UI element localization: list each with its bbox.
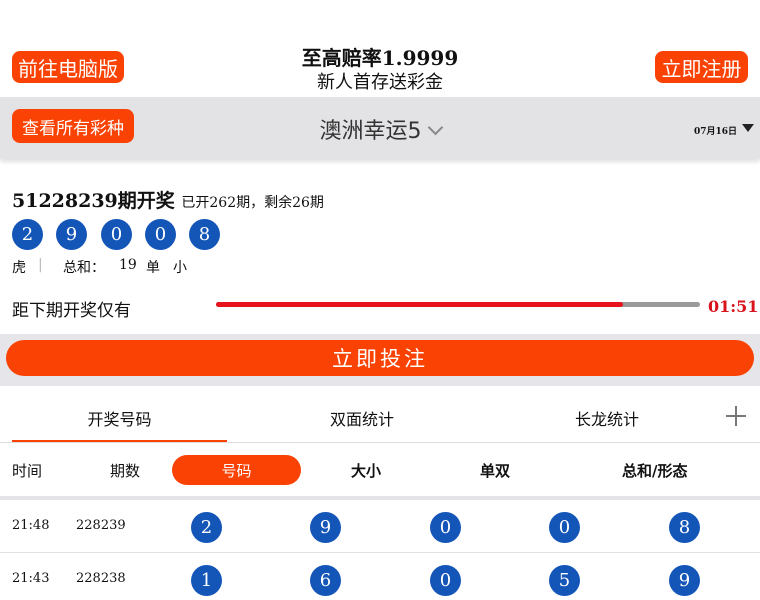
row-ball: 9 bbox=[669, 565, 700, 596]
chevron-down-icon bbox=[427, 119, 443, 136]
col-header-time: 时间 bbox=[12, 462, 43, 480]
row-ball: 0 bbox=[430, 565, 461, 596]
row-ball: 0 bbox=[549, 512, 580, 543]
row-ball: 2 bbox=[191, 512, 222, 543]
dragon-tiger-value: 虎 bbox=[12, 260, 26, 276]
result-ball: 2 bbox=[12, 219, 43, 250]
big-small-value: 小 bbox=[173, 260, 187, 276]
row-time: 21:43 bbox=[12, 571, 50, 586]
col-tab-sum-shape[interactable]: 总和/形态 bbox=[622, 460, 687, 481]
bet-now-button[interactable]: 立即投注 bbox=[6, 340, 754, 376]
promo-subtitle: 新人首存送彩金 bbox=[317, 72, 443, 93]
sum-value: 19 bbox=[119, 257, 137, 273]
draw-progress-text: 已开262期，剩余26期 bbox=[181, 195, 324, 211]
result-ball: 0 bbox=[145, 219, 176, 250]
row-ball: 5 bbox=[549, 565, 580, 596]
row-issue: 228239 bbox=[76, 518, 126, 533]
table-header-divider bbox=[0, 496, 760, 500]
tab-draw-numbers[interactable]: 开奖号码 bbox=[12, 406, 227, 430]
col-header-issue: 期数 bbox=[110, 462, 141, 480]
date-picker[interactable]: 07月16日 bbox=[694, 124, 737, 137]
col-tab-big-small[interactable]: 大小 bbox=[351, 460, 381, 481]
row-ball: 9 bbox=[310, 512, 341, 543]
row-ball: 8 bbox=[669, 512, 700, 543]
countdown-progress-fill bbox=[216, 302, 623, 307]
row-ball: 0 bbox=[430, 512, 461, 543]
countdown-label: 距下期开奖仅有 bbox=[12, 301, 131, 321]
col-tab-odd-even[interactable]: 单双 bbox=[480, 460, 510, 481]
tab-long-dragon-stats[interactable]: 长龙统计 bbox=[497, 406, 717, 430]
result-ball: 0 bbox=[101, 219, 132, 250]
plus-icon[interactable] bbox=[726, 406, 746, 426]
lottery-name: 澳洲幸运5 bbox=[319, 119, 422, 144]
sum-label: 总和： bbox=[63, 260, 105, 276]
promo-title: 至高赔率1.9999 bbox=[301, 46, 459, 70]
row-divider bbox=[0, 552, 760, 553]
lottery-dropdown[interactable]: 澳洲幸运5 bbox=[0, 113, 760, 145]
result-ball: 9 bbox=[56, 219, 87, 250]
lottery-selector-bar: 查看所有彩种 澳洲幸运5 07月16日 bbox=[0, 97, 760, 159]
tab-divider bbox=[0, 442, 760, 443]
odd-even-value: 单 bbox=[146, 260, 160, 276]
draw-title: 51228239期开奖 已开262期，剩余26期 bbox=[12, 186, 324, 213]
row-ball: 6 bbox=[310, 565, 341, 596]
register-button[interactable]: 立即注册 bbox=[655, 51, 748, 83]
row-ball: 1 bbox=[191, 565, 222, 596]
tab-two-sided-stats[interactable]: 双面统计 bbox=[252, 406, 472, 430]
draw-issue: 51228239期开奖 bbox=[12, 190, 175, 212]
row-time: 21:48 bbox=[12, 518, 50, 533]
countdown-time: 01:51 bbox=[708, 297, 759, 316]
row-issue: 228238 bbox=[76, 571, 126, 586]
attribute-divider: | bbox=[38, 257, 43, 273]
countdown-progress-bar bbox=[216, 302, 700, 307]
col-header-numbers: 号码 bbox=[221, 462, 252, 480]
caret-down-icon[interactable] bbox=[742, 124, 754, 132]
result-ball: 8 bbox=[189, 219, 220, 250]
